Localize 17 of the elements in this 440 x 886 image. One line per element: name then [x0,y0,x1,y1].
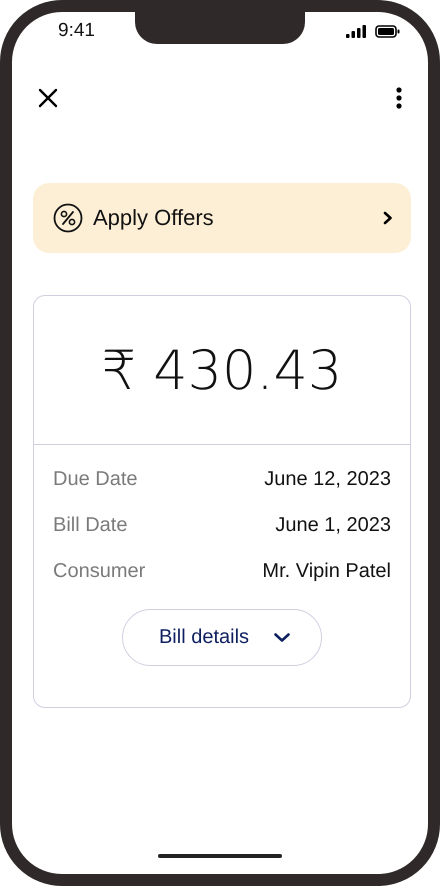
percent-icon [53,203,83,233]
detail-value: June 12, 2023 [264,467,391,491]
bill-amount: ₹ 430.43 [102,338,342,402]
detail-value: Mr. Vipin Patel [262,559,391,583]
detail-value: June 1, 2023 [275,513,391,537]
chevron-down-icon [273,632,292,643]
detail-label: Bill Date [53,513,128,537]
detail-label: Consumer [53,559,146,583]
detail-label: Due Date [53,467,138,491]
close-icon[interactable] [38,88,58,108]
signal-icon [346,24,366,38]
chevron-right-icon [383,211,393,225]
status-time: 9:41 [58,20,95,42]
more-icon[interactable] [396,87,402,109]
battery-icon [375,24,400,38]
bill-details-button[interactable]: Bill details [122,609,322,666]
apply-offers-button[interactable]: Apply Offers [33,183,411,253]
